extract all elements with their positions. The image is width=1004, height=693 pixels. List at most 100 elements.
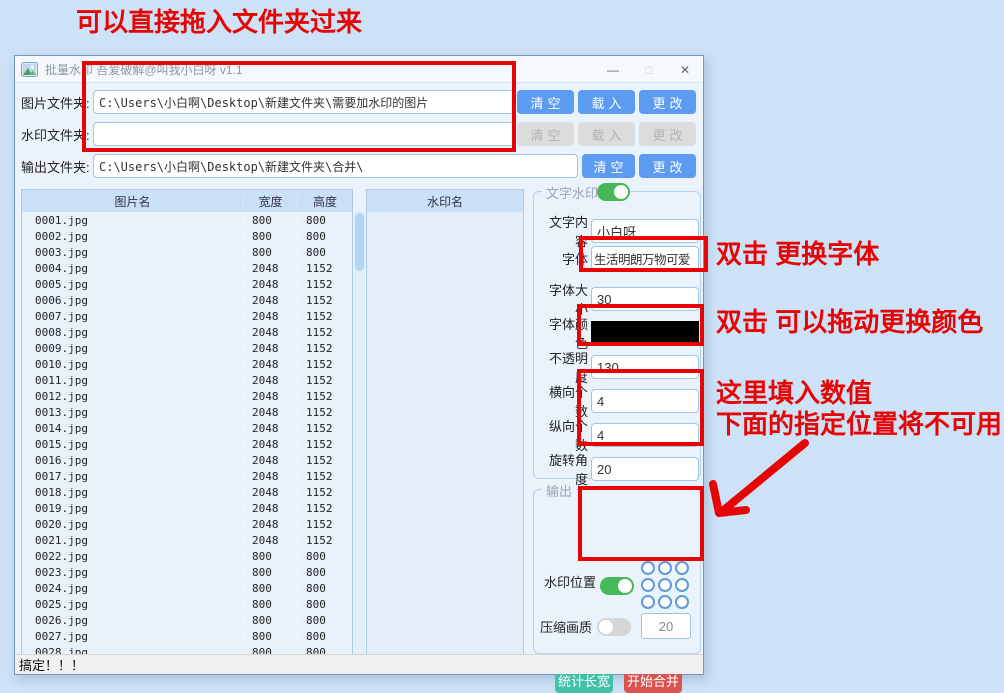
table-cell: 2048 (244, 502, 298, 515)
table-row[interactable]: 0023.jpg800800 (22, 564, 352, 580)
table-cell: 0001.jpg (22, 214, 244, 227)
table-row[interactable]: 0015.jpg20481152 (22, 436, 352, 452)
table-row[interactable]: 0024.jpg800800 (22, 580, 352, 596)
table-row[interactable]: 0022.jpg800800 (22, 548, 352, 564)
mark-clear-button[interactable]: 清空 (517, 122, 574, 146)
file-table[interactable]: 图片名 宽度 高度 0001.jpg8008000002.jpg80080000… (21, 189, 353, 656)
table-row[interactable]: 0009.jpg20481152 (22, 340, 352, 356)
table-cell: 2048 (244, 326, 298, 339)
table-row[interactable]: 0017.jpg20481152 (22, 468, 352, 484)
position-radio[interactable] (675, 595, 689, 609)
table-cell: 0004.jpg (22, 262, 244, 275)
position-radio[interactable] (658, 595, 672, 609)
table-row[interactable]: 0013.jpg20481152 (22, 404, 352, 420)
table-row[interactable]: 0021.jpg20481152 (22, 532, 352, 548)
table-cell: 800 (244, 214, 298, 227)
position-label: 水印位置 (540, 572, 596, 591)
table-row[interactable]: 0016.jpg20481152 (22, 452, 352, 468)
table-row[interactable]: 0019.jpg20481152 (22, 500, 352, 516)
table-cell: 2048 (244, 534, 298, 547)
position-radio[interactable] (641, 561, 655, 575)
table-cell: 0010.jpg (22, 358, 244, 371)
table-row[interactable]: 0004.jpg20481152 (22, 260, 352, 276)
table-cell: 1152 (298, 390, 352, 403)
table-cell: 1152 (298, 342, 352, 355)
mark-change-button[interactable]: 更改 (639, 122, 696, 146)
quality-toggle[interactable] (597, 618, 631, 636)
table-cell: 1152 (298, 422, 352, 435)
table-row[interactable]: 0027.jpg800800 (22, 628, 352, 644)
col-header-height: 高度 (298, 193, 352, 210)
table-cell: 800 (298, 582, 352, 595)
table-cell: 800 (244, 246, 298, 259)
output-change-button[interactable]: 更改 (639, 154, 696, 178)
file-table-scrollbar[interactable] (354, 211, 365, 656)
mark-load-button[interactable]: 载入 (578, 122, 635, 146)
table-cell: 0022.jpg (22, 550, 244, 563)
table-cell: 0008.jpg (22, 326, 244, 339)
table-cell: 1152 (298, 518, 352, 531)
text-watermark-legend: 文字水印 (542, 183, 602, 202)
table-row[interactable]: 0018.jpg20481152 (22, 484, 352, 500)
table-cell: 2048 (244, 486, 298, 499)
table-row[interactable]: 0026.jpg800800 (22, 612, 352, 628)
position-radio[interactable] (658, 578, 672, 592)
image-load-button[interactable]: 载入 (578, 90, 635, 114)
table-cell: 2048 (244, 390, 298, 403)
annotation-box-folders (82, 61, 516, 152)
table-row[interactable]: 0006.jpg20481152 (22, 292, 352, 308)
table-cell: 0016.jpg (22, 454, 244, 467)
scrollbar-thumb[interactable] (355, 213, 364, 271)
table-cell: 2048 (244, 262, 298, 275)
table-row[interactable]: 0005.jpg20481152 (22, 276, 352, 292)
table-row[interactable]: 0012.jpg20481152 (22, 388, 352, 404)
table-cell: 0005.jpg (22, 278, 244, 291)
table-row[interactable]: 0011.jpg20481152 (22, 372, 352, 388)
table-cell: 2048 (244, 294, 298, 307)
table-cell: 800 (298, 566, 352, 579)
table-row[interactable]: 0020.jpg20481152 (22, 516, 352, 532)
table-row[interactable]: 0002.jpg800800 (22, 228, 352, 244)
text-watermark-toggle[interactable] (597, 183, 630, 201)
table-cell: 800 (298, 214, 352, 227)
close-button[interactable]: ✕ (667, 56, 703, 83)
maximize-button[interactable]: □ (631, 56, 667, 83)
table-cell: 800 (244, 550, 298, 563)
table-cell: 800 (298, 230, 352, 243)
watermark-list[interactable]: 水印名 (366, 189, 524, 656)
table-cell: 1152 (298, 374, 352, 387)
table-cell: 1152 (298, 534, 352, 547)
table-row[interactable]: 0010.jpg20481152 (22, 356, 352, 372)
quality-input[interactable]: 20 (641, 613, 691, 639)
position-radio[interactable] (675, 561, 689, 575)
table-cell: 1152 (298, 358, 352, 371)
rotate-input[interactable]: 20 (591, 457, 699, 481)
table-cell: 2048 (244, 470, 298, 483)
table-row[interactable]: 0003.jpg800800 (22, 244, 352, 260)
minimize-button[interactable]: — (595, 56, 631, 83)
position-radio[interactable] (658, 561, 672, 575)
table-cell: 800 (244, 630, 298, 643)
table-row[interactable]: 0008.jpg20481152 (22, 324, 352, 340)
position-radio[interactable] (641, 595, 655, 609)
position-radio[interactable] (675, 578, 689, 592)
table-row[interactable]: 0025.jpg800800 (22, 596, 352, 612)
output-clear-button[interactable]: 清空 (582, 154, 635, 178)
output-folder-input[interactable]: C:\Users\小白啊\Desktop\新建文件夹\合并\ (93, 154, 578, 178)
status-bar: 搞定！！！ (15, 654, 703, 674)
image-change-button[interactable]: 更改 (639, 90, 696, 114)
table-cell: 0003.jpg (22, 246, 244, 259)
image-clear-button[interactable]: 清空 (517, 90, 574, 114)
app-picture-icon (21, 62, 38, 77)
position-radio[interactable] (641, 578, 655, 592)
table-cell: 1152 (298, 326, 352, 339)
table-cell: 1152 (298, 438, 352, 451)
table-row[interactable]: 0014.jpg20481152 (22, 420, 352, 436)
position-toggle[interactable] (600, 577, 634, 595)
table-row[interactable]: 0001.jpg800800 (22, 212, 352, 228)
table-cell: 0018.jpg (22, 486, 244, 499)
table-cell: 2048 (244, 278, 298, 291)
table-row[interactable]: 0007.jpg20481152 (22, 308, 352, 324)
annotation-count-tip-line1: 这里填入数值 (716, 379, 872, 408)
table-cell: 2048 (244, 438, 298, 451)
